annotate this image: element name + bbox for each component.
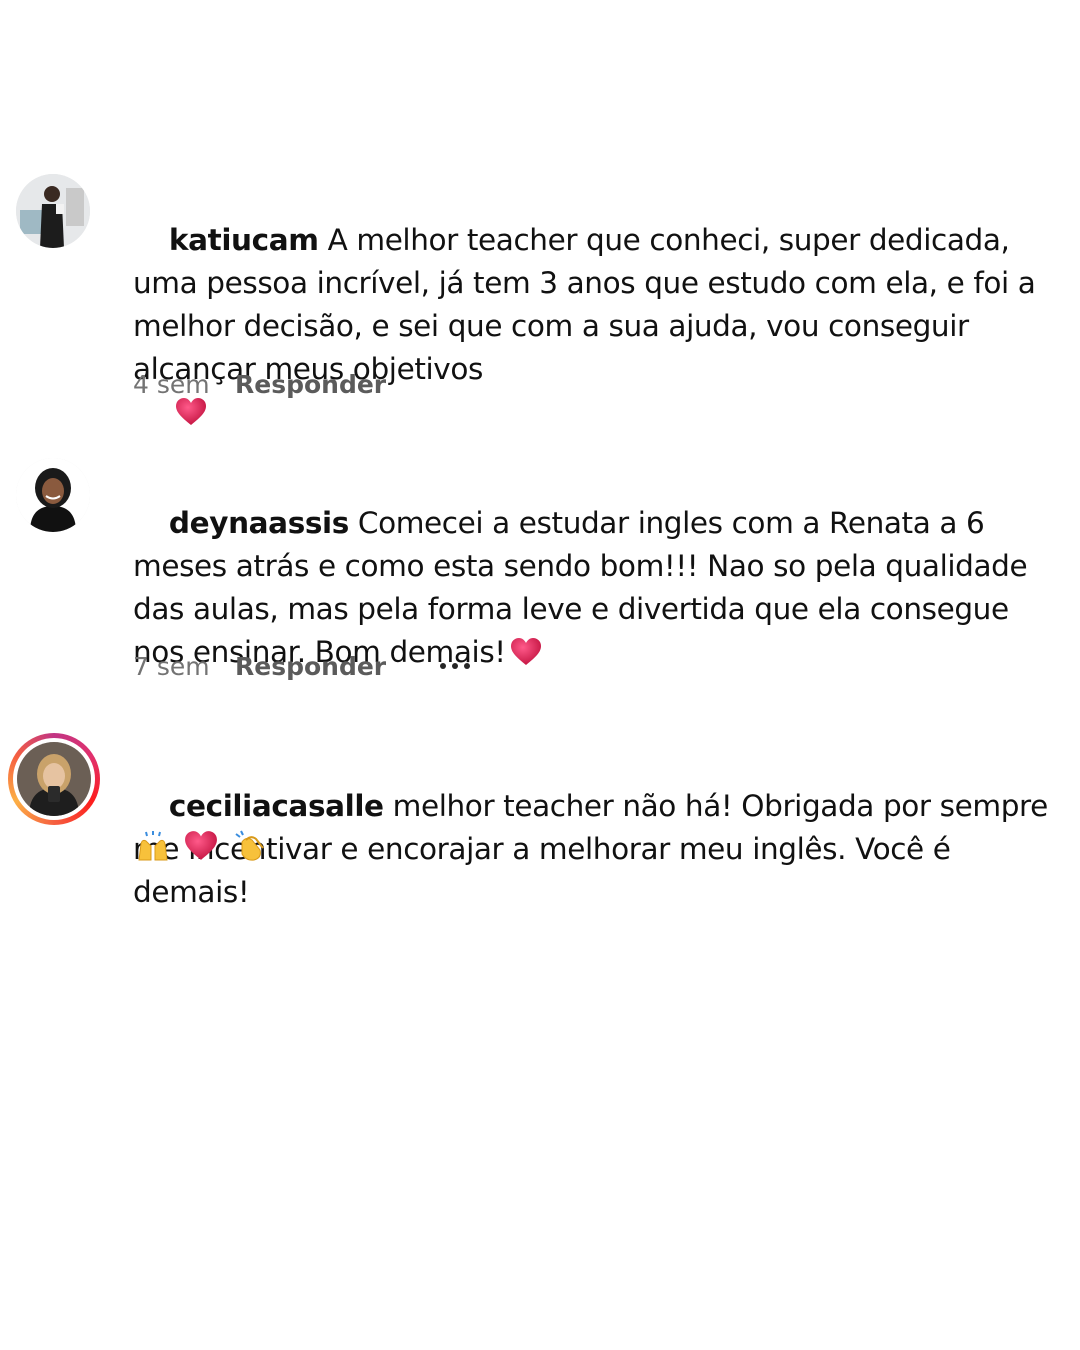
clapping-hands-icon: [235, 830, 264, 861]
reply-button[interactable]: Responder: [235, 370, 386, 399]
heart-icon: [510, 638, 541, 665]
story-ring[interactable]: [8, 733, 100, 825]
comment-time: 7 sem: [133, 651, 210, 681]
avatar-photo-icon: [16, 174, 90, 248]
story-ring-inner: [13, 738, 95, 820]
avatar[interactable]: [16, 458, 90, 532]
comment-meta: 7 sem Responder: [133, 650, 471, 682]
comment-text-block: katiucam A melhor teacher que conheci, s…: [133, 176, 1053, 477]
comment-text-block: ceciliacasalle melhor teacher não há! Ob…: [133, 742, 1053, 957]
more-options-icon[interactable]: [440, 663, 471, 669]
heart-icon: [175, 398, 206, 425]
avatar[interactable]: [16, 174, 90, 248]
heart-icon: [185, 831, 217, 860]
comment-username[interactable]: ceciliacasalle: [169, 789, 384, 823]
reply-button[interactable]: Responder: [235, 652, 386, 681]
comment-meta: 4 sem Responder: [133, 368, 386, 400]
comment-username[interactable]: deynaassis: [169, 506, 349, 540]
avatar-photo-icon: [16, 458, 90, 532]
avatar[interactable]: [17, 742, 91, 816]
raising-hands-icon: [138, 831, 168, 861]
comment-time: 4 sem: [133, 369, 210, 399]
emoji-row: [136, 830, 266, 862]
avatar-photo-icon: [17, 742, 91, 816]
comment-username[interactable]: katiucam: [169, 223, 319, 257]
